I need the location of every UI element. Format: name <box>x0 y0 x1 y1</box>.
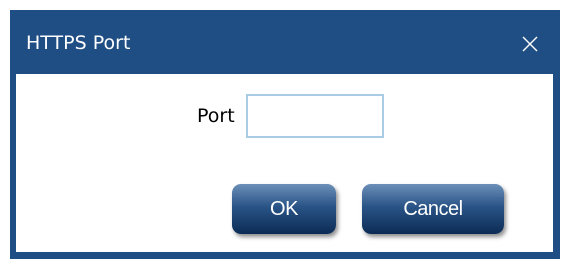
dialog-body: Port OK Cancel <box>16 74 553 252</box>
dialog-title: HTTPS Port <box>26 32 131 54</box>
cancel-button[interactable]: Cancel <box>362 184 504 234</box>
title-bar: HTTPS Port <box>10 10 560 74</box>
close-button[interactable] <box>514 28 546 60</box>
https-port-dialog: HTTPS Port Port OK Cancel <box>10 10 560 259</box>
port-input[interactable] <box>246 94 384 138</box>
ok-button[interactable]: OK <box>232 184 336 234</box>
port-label: Port <box>197 105 235 127</box>
close-icon <box>522 36 538 52</box>
